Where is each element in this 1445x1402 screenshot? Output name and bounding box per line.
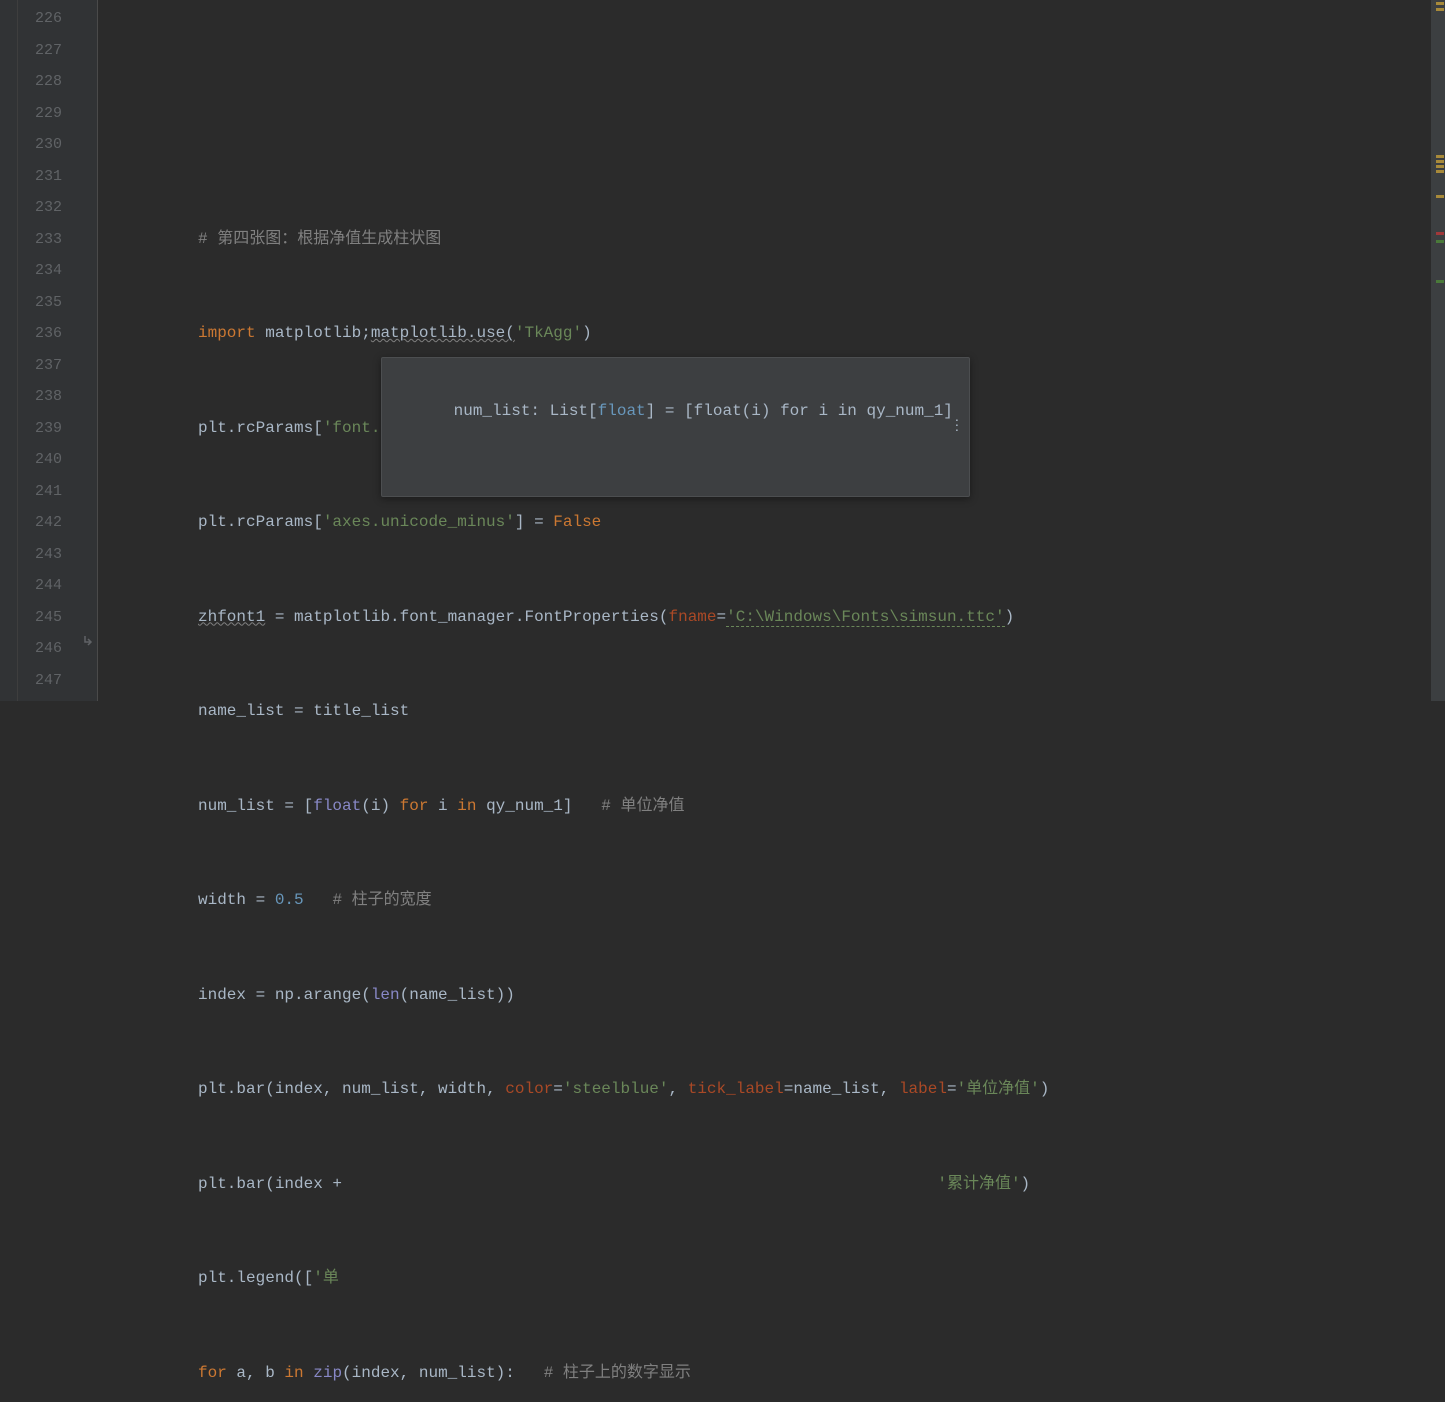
line-number[interactable]: 238 — [18, 381, 62, 413]
code-line[interactable]: width = 0.5 # 柱子的宽度 — [110, 885, 1431, 917]
line-number[interactable]: 234 — [18, 255, 62, 287]
code-line[interactable] — [110, 129, 1431, 161]
code-line[interactable]: plt.bar(index +xxxxxxxxxxxxxxxxxxxxxxxxx… — [110, 1169, 1431, 1201]
line-number[interactable]: 231 — [18, 161, 62, 193]
warning-marker[interactable] — [1436, 8, 1444, 11]
fold-gutter[interactable] — [80, 0, 98, 701]
line-number[interactable]: 242 — [18, 507, 62, 539]
line-number[interactable]: 229 — [18, 98, 62, 130]
line-number[interactable]: 227 — [18, 35, 62, 67]
code-line[interactable]: num_list = [float(i) for i in qy_num_1] … — [110, 791, 1431, 823]
code-line[interactable]: # 第四张图：根据净值生成柱状图 — [110, 224, 1431, 256]
warning-marker[interactable] — [1436, 160, 1444, 163]
line-number[interactable]: 226 — [18, 3, 62, 35]
warning-marker[interactable] — [1436, 165, 1444, 168]
fold-end-icon[interactable] — [82, 635, 96, 649]
code-line[interactable]: for a, b in zip(index, num_list): # 柱子上的… — [110, 1358, 1431, 1390]
line-number[interactable]: 246 — [18, 633, 62, 665]
code-text-area[interactable]: # 第四张图：根据净值生成柱状图 import matplotlib;matpl… — [98, 0, 1431, 701]
line-number[interactable]: 247 — [18, 665, 62, 697]
line-number[interactable]: 240 — [18, 444, 62, 476]
code-line[interactable]: plt.rcParams['axes.unicode_minus'] = Fal… — [110, 507, 1431, 539]
code-line[interactable]: import matplotlib;matplotlib.use('TkAgg'… — [110, 318, 1431, 350]
breakpoint-gutter[interactable] — [0, 0, 18, 701]
line-number[interactable]: 243 — [18, 539, 62, 571]
line-number[interactable]: 241 — [18, 476, 62, 508]
line-number-gutter[interactable]: 226 227 228 229 230 231 232 233 234 235 … — [18, 0, 80, 701]
code-editor: 226 227 228 229 230 231 232 233 234 235 … — [0, 0, 1445, 701]
vertical-scrollbar[interactable] — [1431, 0, 1445, 701]
code-line[interactable]: plt.legend(['单 — [110, 1263, 1431, 1295]
change-marker[interactable] — [1436, 240, 1444, 243]
warning-marker[interactable] — [1436, 195, 1444, 198]
line-number[interactable]: 245 — [18, 602, 62, 634]
warning-marker[interactable] — [1436, 155, 1444, 158]
line-number[interactable]: 233 — [18, 224, 62, 256]
code-line[interactable]: zhfont1 = matplotlib.font_manager.FontPr… — [110, 602, 1431, 634]
code-line[interactable]: plt.bar(index, num_list, width, color='s… — [110, 1074, 1431, 1106]
line-number[interactable]: 228 — [18, 66, 62, 98]
line-number[interactable]: 230 — [18, 129, 62, 161]
line-number[interactable]: 239 — [18, 413, 62, 445]
code-line[interactable]: index = np.arange(len(name_list)) — [110, 980, 1431, 1012]
line-number[interactable]: 232 — [18, 192, 62, 224]
change-marker[interactable] — [1436, 280, 1444, 283]
error-marker[interactable] — [1436, 232, 1444, 235]
line-number[interactable]: 237 — [18, 350, 62, 382]
line-number[interactable]: 235 — [18, 287, 62, 319]
warning-marker[interactable] — [1436, 2, 1444, 5]
line-number[interactable]: 244 — [18, 570, 62, 602]
warning-marker[interactable] — [1436, 170, 1444, 173]
line-number[interactable]: 236 — [18, 318, 62, 350]
tooltip-more-icon[interactable]: ⋮ — [950, 411, 963, 443]
type-hint-tooltip: num_list: List[float] = [float(i) for i … — [381, 357, 970, 497]
